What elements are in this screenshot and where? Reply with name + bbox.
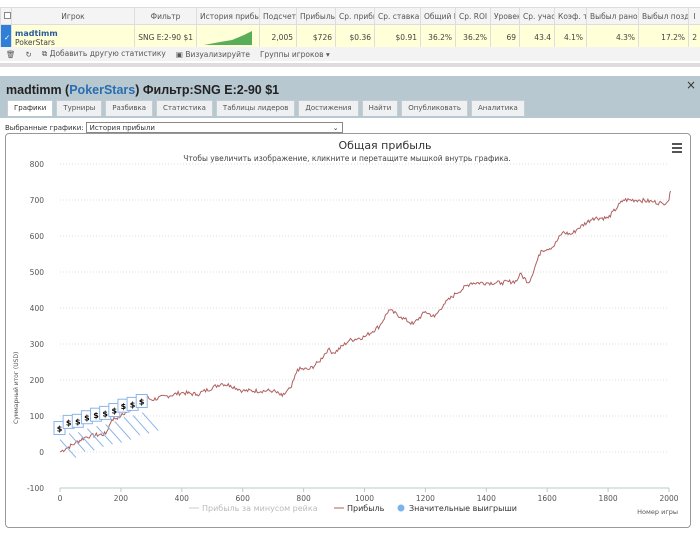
big-win-connector [77, 431, 95, 451]
close-icon[interactable]: × [686, 78, 696, 92]
refresh-icon[interactable]: ↻ [26, 50, 32, 59]
selected-charts-label: Выбранные графики: [5, 123, 84, 132]
column-header[interactable]: Ср. ставка [374, 7, 421, 25]
x-tick-label: 1200 [416, 494, 435, 503]
select-all-checkbox[interactable] [0, 7, 12, 25]
player-panel: madtimm (PokerStars) Фильтр:SNG E:2-90 $… [0, 76, 700, 118]
chart-select[interactable]: История прибыли ⌄ [85, 122, 343, 133]
tab-8[interactable]: Аналитика [471, 100, 525, 116]
big-win-marker: $ [57, 425, 63, 434]
tab-0[interactable]: Графики [7, 100, 54, 116]
x-tick-label: 1800 [599, 494, 618, 503]
page-title: madtimm (PokerStars) Фильтр:SNG E:2-90 $… [6, 83, 280, 97]
legend-profit: Прибыль [347, 504, 385, 513]
player-link[interactable]: madtimm [15, 29, 131, 38]
x-tick-label: 0 [58, 494, 63, 503]
column-header[interactable]: I [688, 7, 700, 25]
x-axis-label: Номер игры [637, 508, 678, 516]
x-tick-label: 600 [236, 494, 251, 503]
y-axis-label: Суммарный итог (USD) [13, 352, 20, 424]
tab-3[interactable]: Статистика [156, 100, 213, 116]
column-header[interactable]: Ср. учас [519, 7, 555, 25]
big-win-marker: $ [102, 409, 108, 418]
x-tick-label: 1000 [355, 494, 374, 503]
column-header[interactable]: Ср. прибы [335, 7, 375, 25]
column-header[interactable]: История прибы [196, 7, 260, 25]
divider [0, 63, 700, 67]
column-header[interactable]: Коэф. т [554, 7, 587, 25]
tab-7[interactable]: Опубликовать [401, 100, 468, 116]
y-tick-label: 500 [30, 268, 45, 277]
y-tick-label: 400 [30, 304, 45, 313]
y-tick-label: 100 [30, 412, 45, 421]
menu-icon[interactable] [672, 143, 682, 153]
big-win-connector [68, 433, 86, 452]
big-win-marker: $ [121, 402, 127, 411]
profit-chart[interactable]: Общая прибыль Чтобы увеличить изображени… [6, 134, 692, 529]
column-header[interactable]: Подсчет [259, 7, 297, 25]
y-tick-label: -100 [27, 484, 44, 493]
legend-rake: Прибыль за минусом рейка [202, 504, 318, 513]
big-win-marker: $ [75, 417, 81, 426]
big-win-marker: $ [139, 398, 145, 407]
tab-1[interactable]: Турниры [56, 100, 103, 116]
legend-bigwins: Значительные выигрыши [409, 504, 517, 513]
y-tick-label: 200 [30, 376, 45, 385]
y-tick-label: 800 [30, 160, 45, 169]
y-tick-label: 300 [30, 340, 45, 349]
y-tick-label: 0 [39, 448, 44, 457]
big-win-marker: $ [93, 411, 99, 420]
column-header[interactable]: Фильтр [134, 7, 197, 25]
column-header[interactable]: Игрок [11, 7, 135, 25]
tab-2[interactable]: Разбивка [105, 100, 154, 116]
add-stat-button[interactable]: ⧉ Добавить другую статистику [42, 49, 166, 59]
big-win-marker: $ [130, 400, 136, 409]
column-header[interactable]: Уровен [490, 7, 520, 25]
site-label: PokerStars [15, 37, 55, 47]
chevron-down-icon: ⌄ [332, 123, 339, 132]
x-tick-label: 1600 [538, 494, 557, 503]
player-groups-dropdown[interactable]: Группы игроков ▾ [260, 50, 330, 59]
chart-container[interactable]: Общая прибыль Чтобы увеличить изображени… [5, 133, 691, 528]
stats-table: Игрок Фильтр История прибы Подсчет Прибыль Ср… [0, 7, 700, 51]
x-tick-label: 400 [175, 494, 190, 503]
big-win-marker: $ [84, 414, 90, 423]
table-toolbar: 🗑 ↻ ⧉ Добавить другую статистику ▣ Визуа… [0, 47, 700, 61]
column-header[interactable]: Прибыль [296, 7, 336, 25]
column-header[interactable]: Выбыл позд [638, 7, 689, 25]
x-tick-label: 800 [296, 494, 311, 503]
x-tick-label: 1400 [477, 494, 496, 503]
tab-5[interactable]: Достижения [298, 100, 359, 116]
big-win-marker: $ [112, 407, 118, 416]
chart-subtitle: Чтобы увеличить изображение, кликните и … [183, 154, 511, 163]
big-win-marker: $ [66, 418, 72, 427]
y-tick-label: 700 [30, 196, 45, 205]
column-header[interactable]: Выбыл рано [586, 7, 639, 25]
y-tick-label: 600 [30, 232, 45, 241]
legend-bigwin-dot [397, 504, 405, 512]
big-win-connector [59, 439, 77, 458]
column-header[interactable]: Ср. ROI [455, 7, 491, 25]
profit-line [59, 190, 671, 453]
chart-title: Общая прибыль [339, 139, 432, 152]
x-tick-label: 2000 [659, 494, 678, 503]
trash-icon[interactable]: 🗑 [6, 50, 16, 59]
x-tick-label: 200 [114, 494, 129, 503]
site-link[interactable]: PokerStars [69, 83, 135, 97]
tab-6[interactable]: Найти [361, 100, 399, 116]
visualize-button[interactable]: ▣ Визуализируйте [176, 50, 250, 59]
tab-4[interactable]: Таблицы лидеров [215, 100, 296, 116]
column-header[interactable]: Общий R [420, 7, 456, 25]
